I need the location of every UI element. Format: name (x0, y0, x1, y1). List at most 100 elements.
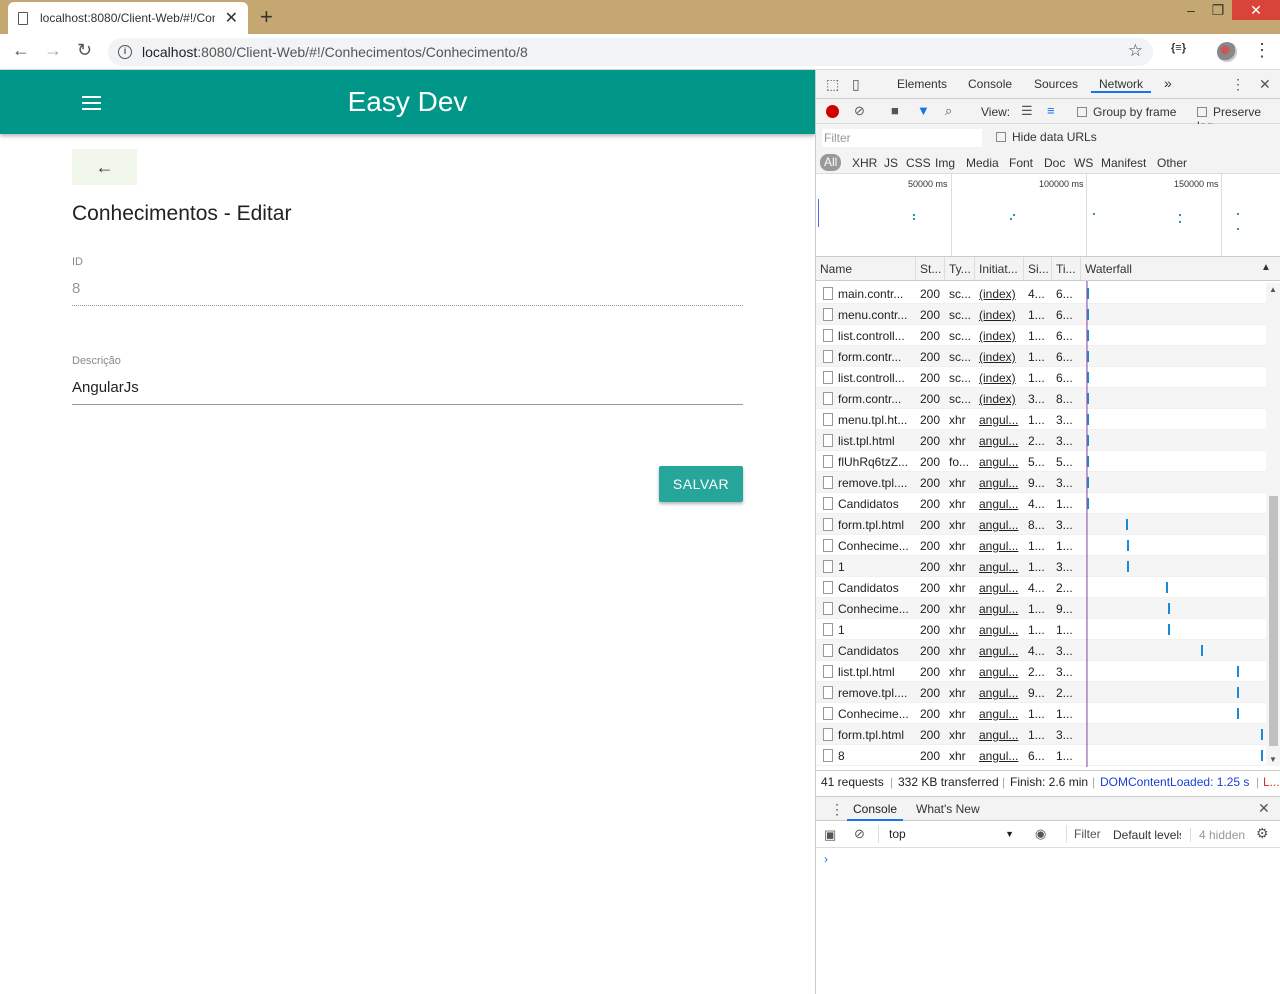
table-row[interactable]: flUhRq6tzZ... 200 fo... angul... 5... 5... (816, 451, 1266, 472)
back-button[interactable]: ← (72, 149, 137, 185)
sort-up-icon[interactable]: ▲ (1261, 262, 1271, 273)
cell-initiator[interactable]: angul... (979, 728, 1021, 742)
window-close-icon[interactable]: ✕ (1232, 0, 1280, 20)
col-status[interactable]: St... (920, 262, 941, 276)
type-doc[interactable]: Doc (1044, 156, 1065, 170)
table-scrollbar[interactable]: ▲ ▼ (1266, 283, 1280, 766)
reload-icon[interactable]: ↻ (77, 40, 92, 61)
cell-initiator[interactable]: (index) (979, 329, 1021, 343)
table-row[interactable]: form.contr... 200 sc... (index) 1... 6... (816, 346, 1266, 367)
drawer-close-icon[interactable]: ✕ (1258, 800, 1270, 817)
cell-initiator[interactable]: angul... (979, 686, 1021, 700)
cell-initiator[interactable]: (index) (979, 371, 1021, 385)
forward-icon[interactable]: → (44, 40, 62, 61)
cell-initiator[interactable]: angul... (979, 644, 1021, 658)
url-input[interactable]: i localhost:8080/Client-Web/#!/Conhecime… (108, 38, 1153, 66)
devtools-menu-icon[interactable]: ⋮ (1231, 76, 1245, 93)
description-field[interactable]: Descrição AngularJs (72, 355, 743, 405)
table-row[interactable]: 8 200 xhr angul... 6... 1... (816, 745, 1266, 766)
cell-initiator[interactable]: angul... (979, 602, 1021, 616)
cell-initiator[interactable]: angul... (979, 623, 1021, 637)
context-select[interactable]: top ▼ (878, 825, 1018, 843)
waterfall-view-icon[interactable]: ≡ (1047, 103, 1055, 118)
col-waterfall[interactable]: Waterfall (1085, 262, 1132, 276)
hide-data-urls-checkbox[interactable]: Hide data URLs (996, 130, 1097, 144)
clear-icon[interactable]: ⊘ (854, 103, 865, 119)
close-icon[interactable]: ✕ (225, 8, 238, 28)
type-manifest[interactable]: Manifest (1101, 156, 1146, 170)
type-other[interactable]: Other (1157, 156, 1187, 170)
table-row[interactable]: form.tpl.html 200 xhr angul... 8... 3... (816, 514, 1266, 535)
cell-initiator[interactable]: angul... (979, 434, 1021, 448)
cell-initiator[interactable]: angul... (979, 497, 1021, 511)
levels-select[interactable]: Default levels (1113, 828, 1181, 842)
new-tab-icon[interactable]: + (260, 4, 273, 30)
device-toolbar-icon[interactable]: ▯ (852, 76, 860, 93)
bookmark-star-icon[interactable]: ☆ (1128, 41, 1143, 61)
cell-initiator[interactable]: (index) (979, 350, 1021, 364)
table-row[interactable]: Candidatos 200 xhr angul... 4... 3... (816, 640, 1266, 661)
type-media[interactable]: Media (966, 156, 999, 170)
maximize-icon[interactable]: ❐ (1203, 0, 1233, 20)
scroll-thumb[interactable] (1269, 496, 1278, 746)
drawer-menu-icon[interactable]: ⋮ (830, 801, 844, 818)
extension-icon[interactable]: {≡} (1171, 42, 1186, 54)
inspect-icon[interactable]: ⬚ (826, 76, 839, 93)
tab-network[interactable]: Network (1091, 77, 1152, 93)
browser-menu-icon[interactable]: ⋮ (1253, 40, 1271, 61)
devtools-close-icon[interactable]: ✕ (1259, 76, 1271, 93)
table-row[interactable]: Conhecime... 200 xhr angul... 1... 1... (816, 535, 1266, 556)
console-filter-input[interactable]: Filter (1066, 825, 1106, 843)
avatar[interactable] (1217, 42, 1237, 62)
cell-initiator[interactable]: (index) (979, 392, 1021, 406)
type-font[interactable]: Font (1009, 156, 1033, 170)
record-icon[interactable] (826, 105, 839, 118)
cell-initiator[interactable]: angul... (979, 560, 1021, 574)
table-row[interactable]: form.tpl.html 200 xhr angul... 1... 3... (816, 724, 1266, 745)
network-overview[interactable]: 50000 ms 100000 ms 150000 ms (816, 174, 1280, 257)
table-row[interactable]: list.tpl.html 200 xhr angul... 2... 3... (816, 430, 1266, 451)
search-icon[interactable]: ⌕ (945, 103, 952, 119)
table-row[interactable]: Candidatos 200 xhr angul... 4... 2... (816, 577, 1266, 598)
col-type[interactable]: Ty... (949, 262, 971, 276)
screenshot-icon[interactable]: ■ (891, 103, 899, 118)
table-row[interactable]: 1 200 xhr angul... 1... 3... (816, 556, 1266, 577)
table-row[interactable]: form.contr... 200 sc... (index) 3... 8... (816, 388, 1266, 409)
table-row[interactable]: remove.tpl.... 200 xhr angul... 9... 3... (816, 472, 1266, 493)
info-icon[interactable]: i (118, 45, 132, 59)
cell-initiator[interactable]: (index) (979, 308, 1021, 322)
more-tabs-icon[interactable]: » (1164, 75, 1172, 91)
settings-gear-icon[interactable]: ⚙ (1256, 825, 1269, 842)
table-row[interactable]: 1 200 xhr angul... 1... 1... (816, 619, 1266, 640)
browser-tab[interactable]: localhost:8080/Client-Web/#!/Conheciment… (8, 2, 248, 34)
table-row[interactable]: list.tpl.html 200 xhr angul... 2... 3... (816, 661, 1266, 682)
type-ws[interactable]: WS (1074, 156, 1093, 170)
description-input[interactable]: AngularJs (72, 379, 743, 405)
save-button[interactable]: SALVAR (659, 466, 743, 502)
tab-sources[interactable]: Sources (1034, 77, 1078, 91)
cell-initiator[interactable]: angul... (979, 476, 1021, 490)
table-row[interactable]: Conhecime... 200 xhr angul... 1... 1... (816, 703, 1266, 724)
col-name[interactable]: Name (820, 262, 852, 276)
type-all[interactable]: All (820, 154, 842, 171)
drawer-tab-whats-new[interactable]: What's New (916, 802, 980, 816)
type-js[interactable]: JS (884, 156, 898, 170)
table-row[interactable]: remove.tpl.... 200 xhr angul... 9... 2... (816, 682, 1266, 703)
list-view-icon[interactable]: ☰ (1021, 103, 1033, 119)
back-icon[interactable]: ← (12, 40, 30, 61)
cell-initiator[interactable]: angul... (979, 455, 1021, 469)
console-prompt[interactable]: › (824, 852, 828, 866)
group-by-frame-checkbox[interactable]: Group by frame (1077, 105, 1176, 119)
cell-initiator[interactable]: angul... (979, 665, 1021, 679)
cell-initiator[interactable]: (index) (979, 287, 1021, 301)
tab-elements[interactable]: Elements (897, 77, 947, 91)
cell-initiator[interactable]: angul... (979, 707, 1021, 721)
col-time[interactable]: Ti... (1056, 262, 1076, 276)
cell-initiator[interactable]: angul... (979, 581, 1021, 595)
filter-input[interactable]: Filter (822, 129, 982, 147)
table-row[interactable]: list.controll... 200 sc... (index) 1... 6... (816, 325, 1266, 346)
cell-initiator[interactable]: angul... (979, 539, 1021, 553)
drawer-tab-console[interactable]: Console (847, 797, 904, 821)
type-img[interactable]: Img (935, 156, 955, 170)
type-xhr[interactable]: XHR (852, 156, 877, 170)
